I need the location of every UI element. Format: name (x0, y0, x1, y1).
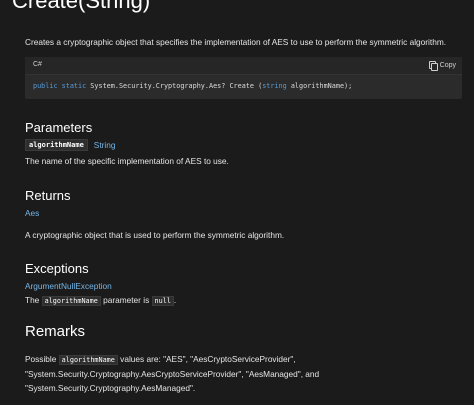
remarks-line-1-post: values are: "AES", "AesCryptoServiceProv… (117, 354, 296, 364)
exception-desc-mid: parameter is (100, 295, 152, 305)
keyword-static: static (61, 82, 87, 90)
signature-middle: System.Security.Cryptography.Aes? Create… (86, 82, 263, 90)
parameter-type-link[interactable]: String (94, 140, 116, 150)
page-title: Create(String) (12, 0, 151, 13)
returns-heading: Returns (25, 188, 71, 203)
parameter-row: algorithmName String (25, 139, 115, 151)
keyword-public: public (33, 82, 58, 90)
remarks-line-1-pre: Possible (25, 354, 59, 364)
parameter-description: The name of the specific implementation … (25, 156, 229, 166)
keyword-string: string (262, 82, 287, 90)
exception-desc-pre: The (25, 295, 42, 305)
null-code: null (151, 296, 174, 306)
signature-end: algorithmName); (286, 82, 353, 90)
exception-description: The algorithmName parameter is null. (25, 295, 177, 306)
method-signature: public static System.Security.Cryptograp… (33, 82, 352, 90)
parameter-name: algorithmName (25, 139, 88, 151)
code-block-header: C# Copy (25, 57, 462, 75)
exceptions-heading: Exceptions (25, 261, 89, 276)
copy-label: Copy (439, 62, 456, 69)
exception-param-code: algorithmName (41, 296, 101, 306)
code-block: C# Copy public static System.Security.Cr… (25, 57, 462, 99)
exception-type-link[interactable]: ArgumentNullException (25, 281, 112, 291)
code-language-label: C# (33, 61, 42, 68)
remarks-line-1: Possible algorithmName values are: "AES"… (25, 354, 296, 365)
docs-page: Create(String) Creates a cryptographic o… (0, 0, 474, 405)
method-summary: Creates a cryptographic object that spec… (25, 37, 447, 47)
exception-desc-end: . (173, 295, 177, 305)
return-description: A cryptographic object that is used to p… (25, 230, 285, 240)
copy-button[interactable]: Copy (428, 60, 456, 71)
copy-icon (428, 61, 438, 71)
remarks-line-2: "System.Security.Cryptography.AesCryptoS… (25, 369, 320, 379)
parameters-heading: Parameters (25, 120, 93, 135)
remarks-param-code: algorithmName (58, 355, 118, 365)
return-type-link[interactable]: Aes (25, 208, 39, 218)
remarks-line-3: "System.Security.Cryptography.AesManaged… (25, 383, 196, 393)
remarks-heading: Remarks (25, 323, 86, 340)
